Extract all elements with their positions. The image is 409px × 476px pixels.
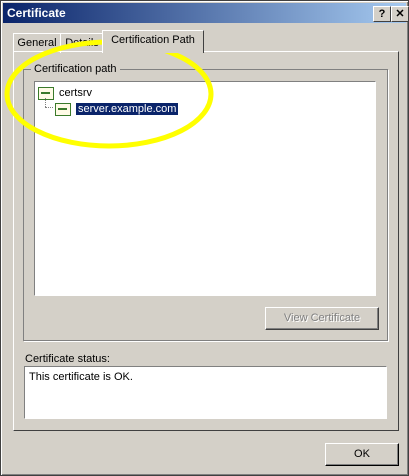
certificate-status-box[interactable]: This certificate is OK.	[24, 366, 387, 419]
tab-details[interactable]: Details	[60, 33, 104, 53]
help-button[interactable]: ?	[373, 6, 391, 22]
certificate-status-text: This certificate is OK.	[29, 371, 133, 383]
certificate-dialog: Certificate ? ✕ General Details Certific…	[0, 0, 409, 476]
close-button[interactable]: ✕	[391, 6, 409, 22]
tree-item-label: server.example.com	[74, 102, 180, 116]
tree-item-label: certsrv	[59, 87, 92, 99]
window-title: Certificate	[7, 6, 66, 20]
view-certificate-button[interactable]: View Certificate	[265, 307, 379, 330]
ok-button[interactable]: OK	[325, 443, 399, 466]
certificate-status-label: Certificate status:	[25, 353, 110, 365]
tab-certification-path[interactable]: Certification Path	[102, 30, 204, 53]
title-bar[interactable]: Certificate ? ✕	[3, 3, 409, 23]
certificate-icon	[38, 86, 54, 100]
certification-path-label: Certification path	[31, 63, 120, 75]
tree-connector-line	[45, 107, 53, 108]
certificate-icon	[55, 102, 71, 116]
tree-item-child[interactable]: server.example.com	[55, 101, 180, 117]
tab-general[interactable]: General	[13, 33, 61, 53]
tree-connector-line	[45, 98, 46, 107]
tree-item-root[interactable]: certsrv	[38, 85, 92, 101]
certification-path-tree[interactable]: certsrv server.example.com	[34, 81, 376, 296]
